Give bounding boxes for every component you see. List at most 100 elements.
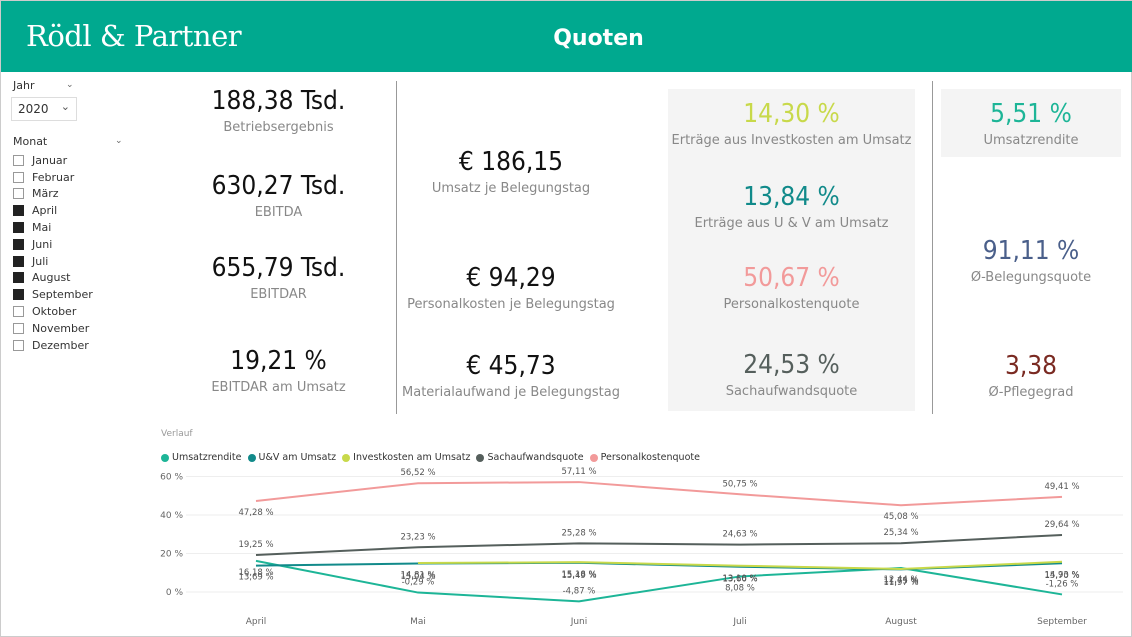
kpi-label: Erträge aus U & V am Umsatz xyxy=(694,216,889,231)
data-label: -1,26 % xyxy=(1046,579,1079,589)
legend-item[interactable]: Sachaufwandsquote xyxy=(476,452,584,463)
checkbox[interactable] xyxy=(13,272,24,284)
kpi-pflegegrad: 3,38 Ø-Pflegegrad xyxy=(941,351,1121,400)
line-chart: 60 % 40 % 20 % 0 % April Mai Juni Juli August Sep… xyxy=(160,467,1123,627)
chart-legend: Umsatzrendite U&V am Umsatz Investkosten a… xyxy=(161,452,706,463)
chevron-down-icon: ⌄ xyxy=(60,100,70,113)
kpi-value: € 94,29 xyxy=(466,263,556,293)
month-option[interactable]: Februar xyxy=(13,169,93,186)
month-option[interactable]: April xyxy=(13,202,93,219)
kpi-value: 91,11 % xyxy=(982,236,1080,266)
x-tick-label: September xyxy=(1037,617,1087,627)
kpi-value: € 186,15 xyxy=(458,147,564,177)
kpi-umsatzrendite: 5,51 % Umsatzrendite xyxy=(941,99,1121,148)
legend-dot-icon xyxy=(476,453,485,462)
legend-item[interactable]: Umsatzrendite xyxy=(161,452,242,463)
kpi-material-tag: € 45,73 Materialaufwand je Belegungstag xyxy=(401,351,621,400)
year-dropdown[interactable]: 2020 ⌄ xyxy=(11,97,77,121)
month-option[interactable]: März xyxy=(13,186,93,203)
kpi-value: 24,53 % xyxy=(743,350,840,380)
kpi-sachquote: 24,53 % Sachaufwandsquote xyxy=(668,350,915,399)
month-label: Juni xyxy=(32,237,53,251)
x-tick-label: April xyxy=(246,617,267,627)
kpi-label: Umsatzrendite xyxy=(983,133,1079,148)
kpi-betriebsergebnis: 188,38 Tsd. Betriebsergebnis xyxy=(171,86,386,135)
kpi-label: EBITDAR am Umsatz xyxy=(211,380,346,395)
y-tick-label: 60 % xyxy=(160,473,183,483)
month-option[interactable]: Januar xyxy=(13,152,93,169)
legend-dot-icon xyxy=(247,453,256,462)
checkbox[interactable] xyxy=(13,188,24,200)
chevron-down-icon[interactable]: ⌄ xyxy=(66,80,74,90)
month-option[interactable]: Oktober xyxy=(13,303,93,320)
legend-item[interactable]: U&V am Umsatz xyxy=(247,452,337,463)
kpi-value: 3,38 xyxy=(1004,351,1058,381)
legend-label: U&V am Umsatz xyxy=(258,452,337,463)
month-label: Dezember xyxy=(32,338,89,352)
x-tick-label: Mai xyxy=(410,617,426,627)
checkbox[interactable] xyxy=(13,322,24,334)
data-label: 56,52 % xyxy=(400,468,435,478)
kpi-ebitda: 630,27 Tsd. EBITDA xyxy=(171,171,386,220)
checkbox[interactable] xyxy=(13,205,24,217)
y-tick-label: 20 % xyxy=(160,550,183,560)
data-label: 15,49 % xyxy=(561,571,596,581)
kpi-personalquote: 50,67 % Personalkostenquote xyxy=(668,263,915,312)
checkbox[interactable] xyxy=(13,238,24,250)
kpi-belegung: 91,11 % Ø-Belegungsquote xyxy=(941,236,1121,285)
x-tick-label: Juli xyxy=(732,617,746,627)
data-label: 57,11 % xyxy=(561,467,596,477)
chart-title: Verlauf xyxy=(161,429,193,439)
checkbox[interactable] xyxy=(13,255,24,267)
kpi-label: EBITDAR xyxy=(250,287,307,302)
series-line xyxy=(255,481,1063,507)
legend-label: Umsatzrendite xyxy=(172,452,242,463)
header: Rödl & Partner Quoten xyxy=(1,1,1132,72)
data-label: 19,25 % xyxy=(238,540,273,550)
month-label: Oktober xyxy=(32,305,77,319)
data-label: 47,28 % xyxy=(238,508,273,518)
month-option[interactable]: November xyxy=(13,320,93,337)
kpi-value: 19,21 % xyxy=(230,346,327,376)
x-tick-label: Juni xyxy=(570,617,588,627)
month-option[interactable]: Mai xyxy=(13,219,93,236)
data-label: 11,97 % xyxy=(883,578,918,588)
checkbox[interactable] xyxy=(13,339,24,351)
kpi-label: Erträge aus Investkosten am Umsatz xyxy=(671,133,912,148)
month-option[interactable]: Dezember xyxy=(13,337,93,354)
kpi-label: Materialaufwand je Belegungstag xyxy=(402,385,620,400)
checkbox[interactable] xyxy=(13,222,24,234)
data-label: 8,08 % xyxy=(725,583,755,593)
data-label: 25,34 % xyxy=(883,528,918,538)
kpi-value: 655,79 Tsd. xyxy=(211,253,346,283)
data-label: 24,63 % xyxy=(722,530,757,540)
kpi-value: 14,30 % xyxy=(743,99,840,129)
year-slicer-label: Jahr xyxy=(13,79,35,92)
checkbox[interactable] xyxy=(13,306,24,318)
legend-item[interactable]: Personalkostenquote xyxy=(589,452,700,463)
chevron-down-icon[interactable]: ⌄ xyxy=(115,136,123,146)
month-option[interactable]: Juli xyxy=(13,253,93,270)
kpi-value: 5,51 % xyxy=(990,99,1072,129)
kpi-label: Ø-Pflegegrad xyxy=(988,385,1074,400)
month-option[interactable]: September xyxy=(13,286,93,303)
data-label: 15,04 % xyxy=(400,572,435,582)
kpi-value: 630,27 Tsd. xyxy=(211,171,346,201)
data-label: -4,87 % xyxy=(563,586,596,596)
month-option[interactable]: August xyxy=(13,270,93,287)
kpi-ebitdar: 655,79 Tsd. EBITDAR xyxy=(171,253,386,302)
month-slicer-label: Monat xyxy=(13,135,48,148)
month-option[interactable]: Juni xyxy=(13,236,93,253)
checkbox[interactable] xyxy=(13,171,24,183)
checkbox[interactable] xyxy=(13,289,24,301)
kpi-label: Umsatz je Belegungstag xyxy=(431,181,591,196)
legend-item[interactable]: Investkosten am Umsatz xyxy=(342,452,470,463)
kpi-personal-tag: € 94,29 Personalkosten je Belegungstag xyxy=(401,263,621,312)
data-label: 23,23 % xyxy=(400,532,435,542)
checkbox[interactable] xyxy=(13,154,24,166)
divider xyxy=(932,81,933,414)
month-label: Januar xyxy=(32,153,68,167)
data-label: 45,08 % xyxy=(883,512,918,522)
y-tick-label: 0 % xyxy=(166,588,184,598)
kpi-label: Ø-Belegungsquote xyxy=(970,270,1092,285)
